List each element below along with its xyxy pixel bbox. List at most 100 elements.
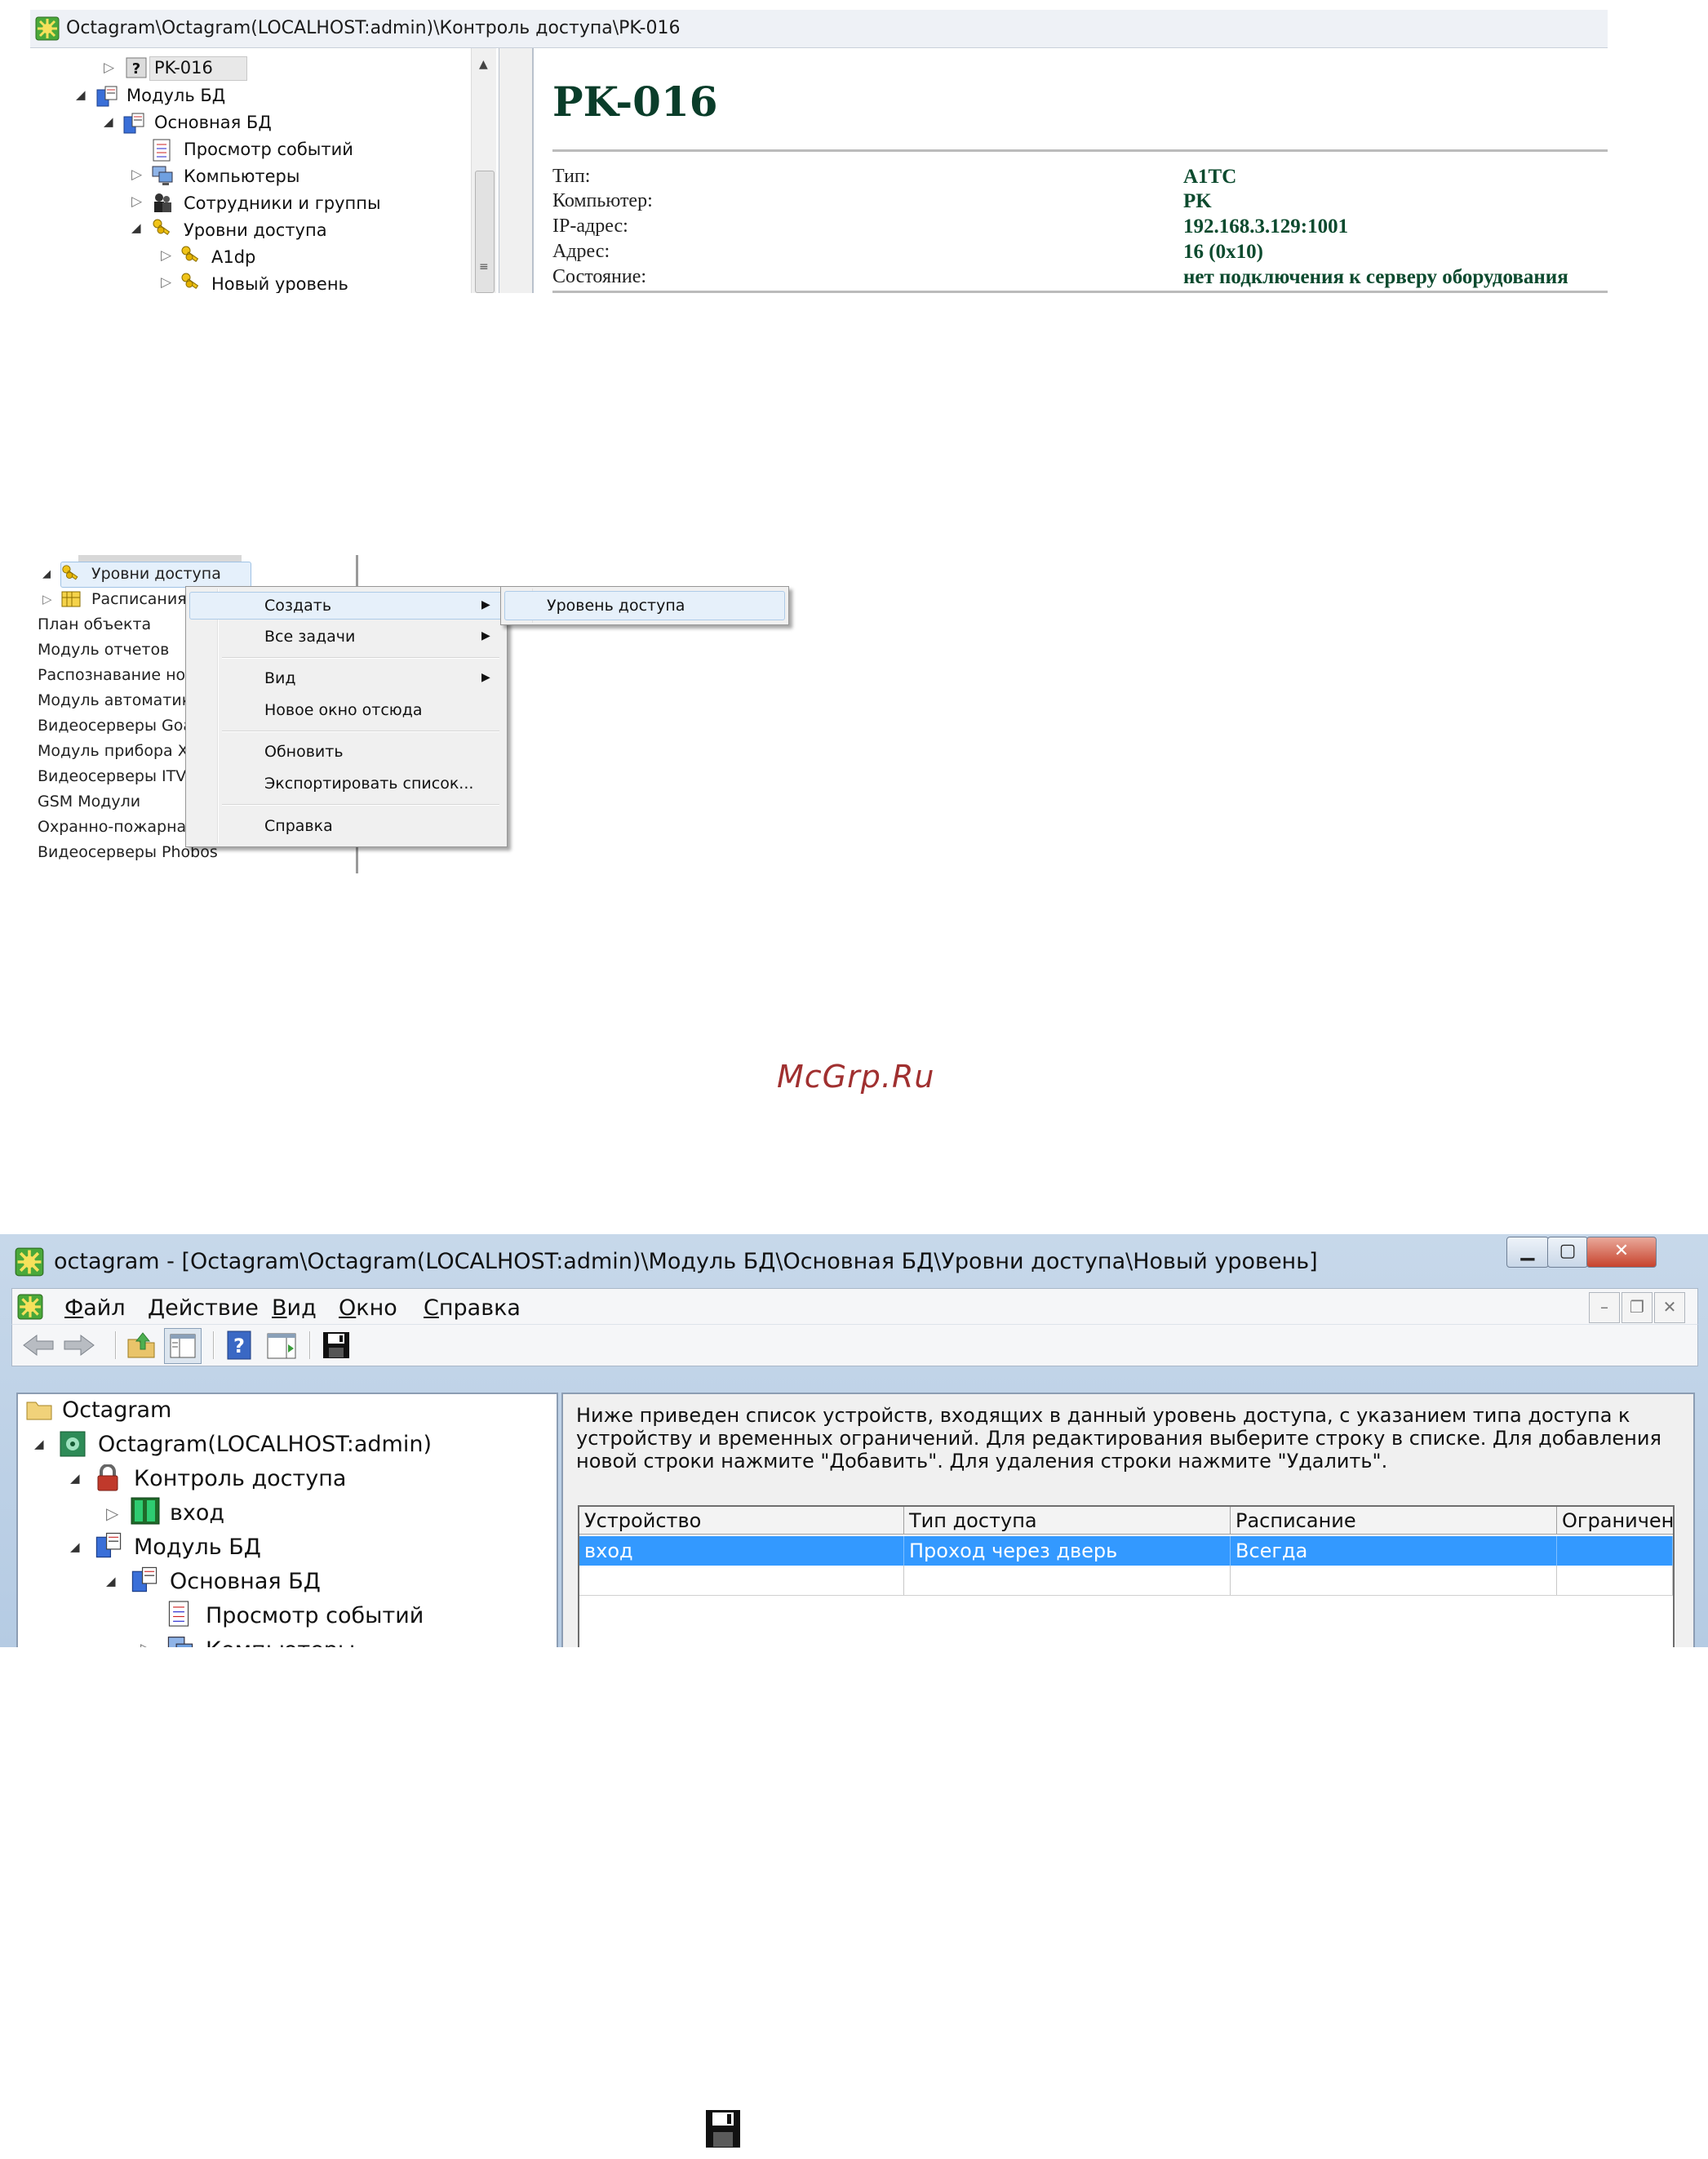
mdi-close-button[interactable]: ✕ — [1654, 1292, 1685, 1323]
tree-item-computers[interactable]: Компьютеры — [206, 1637, 355, 1647]
expand-arrow-icon[interactable]: ▷ — [42, 592, 52, 606]
tree-item-main-db[interactable]: Основная БД — [170, 1569, 321, 1594]
cell-empty[interactable] — [1231, 1566, 1557, 1595]
tree-item-gsm[interactable]: GSM Модули — [38, 793, 140, 811]
tree-item-access-control[interactable]: Контроль доступа — [134, 1466, 346, 1491]
forward-icon[interactable] — [63, 1333, 95, 1357]
menu-item-export[interactable]: Экспортировать список... — [264, 775, 473, 793]
collapse-arrow-icon[interactable]: ◢ — [104, 114, 113, 129]
tree-item-computers[interactable]: Компьютеры — [184, 167, 299, 186]
menu-item-help[interactable]: Справка — [264, 817, 333, 835]
column-header-schedule[interactable]: Расписание — [1231, 1507, 1557, 1535]
tree-item-main-db[interactable]: Основная БД — [154, 113, 272, 132]
expand-arrow-icon[interactable]: ▷ — [131, 167, 142, 183]
column-header-restrictions[interactable]: Ограничени — [1557, 1507, 1673, 1535]
device-table[interactable]: Устройство Тип доступа Расписание Ограни… — [578, 1505, 1675, 1647]
tree-item-db-module[interactable]: Модуль БД — [134, 1535, 261, 1560]
pane-splitter[interactable] — [499, 48, 534, 293]
expand-arrow-icon[interactable]: ▷ — [161, 274, 171, 291]
tree-item-events[interactable]: Просмотр событий — [184, 140, 353, 159]
save-icon[interactable] — [322, 1331, 350, 1359]
console-tree[interactable]: Octagram ◢ Octagram(LOCALHOST:admin) ◢ К… — [16, 1393, 558, 1647]
tree-item-recognition[interactable]: Распознавание но — [38, 666, 185, 684]
menu-view[interactable]: Вид — [272, 1295, 317, 1321]
collapse-arrow-icon[interactable]: ◢ — [131, 220, 141, 235]
menu-item-refresh[interactable]: Обновить — [264, 743, 344, 761]
tree-item-video-itv[interactable]: Видеосерверы ITV/ — [38, 767, 192, 785]
column-header-device[interactable]: Устройство — [579, 1507, 904, 1535]
back-icon[interactable] — [22, 1333, 55, 1357]
up-folder-icon[interactable] — [126, 1331, 156, 1359]
scroll-up-icon[interactable]: ▲ — [479, 58, 488, 71]
menu-window-accel: О — [339, 1295, 357, 1321]
prop-label-state: Состояние: — [552, 266, 647, 287]
tree-item-fire-alarm[interactable]: Охранно-пожарна — [38, 818, 186, 836]
tree-item-db-module[interactable]: Модуль БД — [126, 86, 225, 105]
tree-item-octagram-root[interactable]: Octagram — [62, 1397, 171, 1423]
menu-item-new-window[interactable]: Новое окно отсюда — [264, 701, 423, 719]
scroll-thumb[interactable] — [475, 171, 495, 293]
cell-empty[interactable] — [904, 1566, 1231, 1595]
tree-item-video-goa[interactable]: Видеосерверы Goa — [38, 717, 193, 735]
show-hide-tree-button[interactable] — [164, 1328, 202, 1364]
cell-restrictions[interactable] — [1557, 1536, 1673, 1566]
tree-item-octagram-server[interactable]: Octagram(LOCALHOST:admin) — [98, 1432, 432, 1457]
cell-empty[interactable] — [1557, 1566, 1673, 1595]
cell-access-type[interactable]: Проход через дверь — [904, 1536, 1231, 1566]
tree-item-events[interactable]: Просмотр событий — [206, 1603, 424, 1628]
collapse-arrow-icon[interactable]: ◢ — [70, 1471, 80, 1486]
tree-item-new-level[interactable]: Новый уровень — [211, 274, 348, 293]
tree-item-device-module[interactable]: Модуль прибора Х — [38, 742, 189, 760]
expand-arrow-icon[interactable]: ▷ — [161, 247, 171, 264]
tree-item-automation[interactable]: Модуль автоматик — [38, 691, 191, 709]
octagram-app-icon[interactable] — [17, 1294, 43, 1320]
menu-item-create-label[interactable]: Создать — [264, 597, 331, 615]
menu-item-all-tasks[interactable]: Все задачи — [264, 628, 355, 646]
details-pane: PK-016 Тип: A1TC Компьютер: PK IP-адрес:… — [535, 48, 1608, 293]
table-row[interactable]: вход Проход через дверь Всегда — [579, 1536, 1673, 1566]
menu-separator — [222, 804, 499, 806]
mdi-restore-button[interactable]: ❐ — [1621, 1292, 1653, 1323]
menu-window[interactable]: Окно — [339, 1295, 397, 1321]
menu-item-create[interactable] — [189, 592, 503, 620]
menu-item-view[interactable]: Вид — [264, 669, 296, 687]
expand-arrow-icon[interactable]: ▷ — [106, 1504, 118, 1523]
tree-item-schedules[interactable]: Расписания — [91, 590, 187, 608]
menu-file[interactable]: Файл — [64, 1295, 126, 1321]
collapse-arrow-icon[interactable]: ◢ — [70, 1539, 80, 1554]
action-pane-icon[interactable] — [267, 1333, 296, 1359]
collapse-arrow-icon[interactable]: ◢ — [106, 1574, 116, 1588]
menu-action[interactable]: Действие — [148, 1295, 259, 1321]
tree-item-floor-plan[interactable]: План объекта — [38, 615, 151, 633]
collapse-arrow-icon[interactable]: ◢ — [34, 1437, 44, 1451]
tree-item-access-levels[interactable]: Уровни доступа — [184, 220, 327, 240]
tree-item-pk016[interactable]: PK-016 — [154, 58, 213, 78]
cell-schedule[interactable]: Всегда — [1231, 1536, 1557, 1566]
column-header-access-type[interactable]: Тип доступа — [904, 1507, 1231, 1535]
cell-empty[interactable] — [579, 1566, 904, 1595]
watermark: McGrp.Ru — [777, 1059, 935, 1095]
help-icon[interactable]: ? — [226, 1330, 252, 1361]
collapse-arrow-icon[interactable]: ◢ — [76, 87, 86, 102]
close-button[interactable]: ✕ — [1586, 1237, 1657, 1268]
table-row-empty[interactable] — [579, 1566, 1673, 1596]
expand-arrow-icon[interactable]: ▷ — [104, 60, 114, 76]
tree-item-a1dp[interactable]: A1dp — [211, 247, 255, 267]
expand-arrow-icon[interactable]: ▷ — [140, 1639, 153, 1647]
tree-scrollbar[interactable]: ▲ ≡ — [471, 48, 496, 293]
collapse-arrow-icon[interactable]: ◢ — [42, 568, 51, 580]
tree-item-entrance[interactable]: вход — [170, 1500, 224, 1526]
maximize-button[interactable]: ▢ — [1547, 1237, 1588, 1268]
tree-item-access-levels[interactable]: Уровни доступа — [91, 565, 221, 583]
menu-help[interactable]: Справка — [424, 1295, 521, 1321]
tree-item-reports[interactable]: Модуль отчетов — [38, 641, 169, 659]
cell-device[interactable]: вход — [579, 1536, 904, 1566]
console-tree[interactable]: ▷ ? PK-016 ◢ Модуль БД ◢ Основная БД Про… — [30, 48, 499, 293]
tree-item-employees[interactable]: Сотрудники и группы — [184, 193, 381, 213]
context-menu: Создать ▶ Все задачи ▶ Вид ▶ Новое окно … — [185, 586, 508, 847]
menu-item-access-level[interactable]: Уровень доступа — [547, 597, 685, 615]
minimize-button[interactable]: ▁ — [1506, 1237, 1549, 1268]
mdi-minimize-button[interactable]: – — [1589, 1292, 1620, 1323]
expand-arrow-icon[interactable]: ▷ — [131, 193, 142, 210]
description-text: Ниже приведен список устройств, входящих… — [576, 1404, 1661, 1473]
